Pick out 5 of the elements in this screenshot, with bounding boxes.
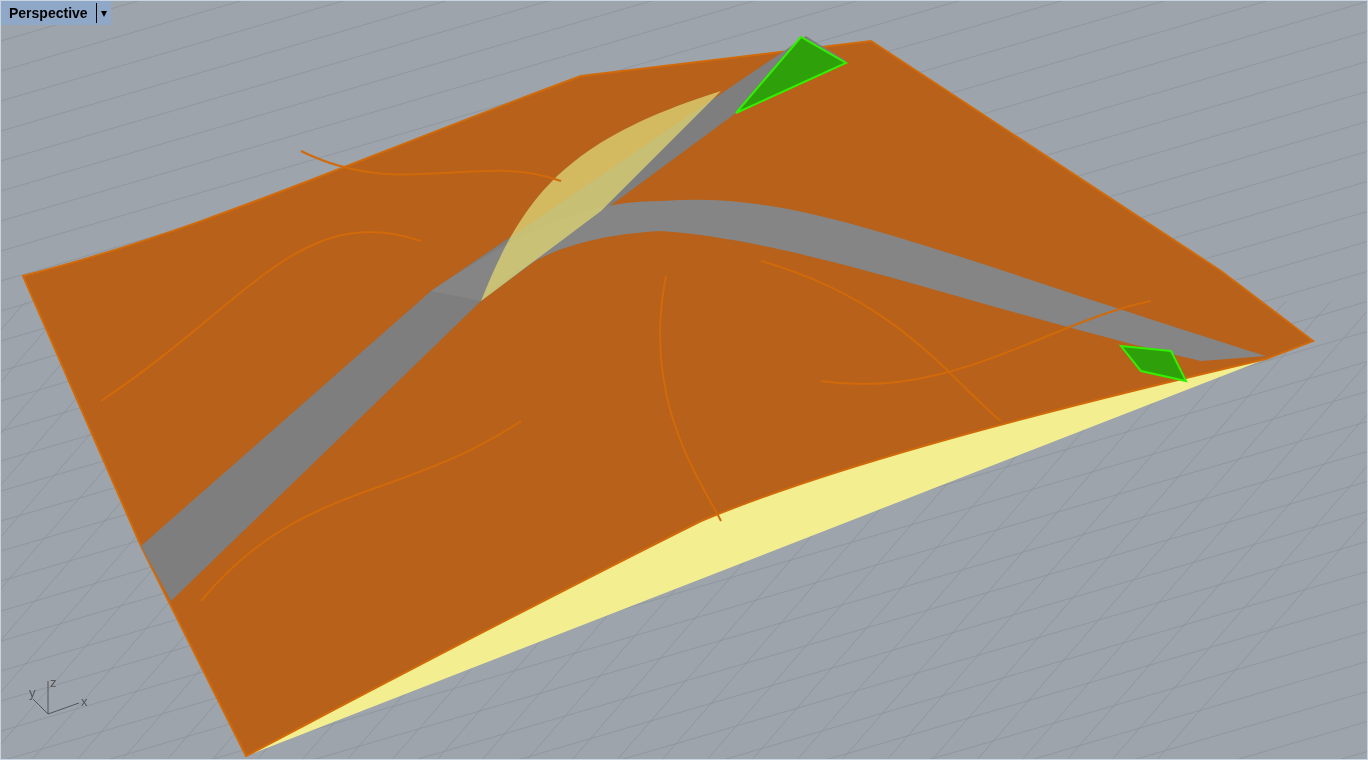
- viewport-title[interactable]: Perspective: [1, 2, 96, 24]
- axis-label: z: [50, 675, 57, 690]
- axis-label: x: [81, 694, 88, 709]
- viewport-menu-button[interactable]: ▾: [95, 3, 111, 23]
- axis-label: y: [29, 685, 36, 700]
